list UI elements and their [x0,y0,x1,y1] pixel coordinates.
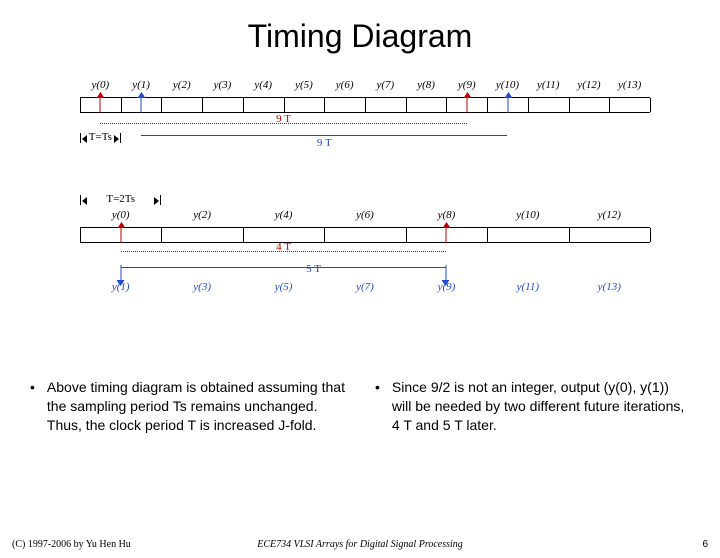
bullet-left-text: Above timing diagram is obtained assumin… [47,378,345,435]
tick [324,228,325,242]
y-label: y(4) [254,79,272,91]
tick [487,228,488,242]
y-label-even: y(8) [438,209,456,221]
dep-arrow-icon [446,227,447,243]
bracket-2ts-label: T=2Ts [105,193,136,205]
bracket-ts: T=Ts [80,133,121,143]
footer-course: ECE734 VLSI Arrays for Digital Signal Pr… [257,539,463,550]
tick [487,98,488,112]
tick [161,228,162,242]
bracket-ts-label: T=Ts [88,131,113,143]
y-label-even: y(0) [112,209,130,221]
bullet-right: • Since 9/2 is not an integer, output (y… [375,378,690,435]
y-label-even: y(10) [516,209,539,221]
y-label: y(13) [618,79,641,91]
y-label-even: y(6) [356,209,374,221]
y-label-odd: y(3) [193,281,211,293]
tick [406,228,407,242]
y-label: y(7) [376,79,394,91]
y-label: y(6) [336,79,354,91]
y-label: y(5) [295,79,313,91]
y-label: y(9) [458,79,476,91]
dep-arrow-icon [466,97,467,113]
tick [569,98,570,112]
dep-arrow-icon [120,227,121,243]
tick [446,98,447,112]
footer-page: 6 [702,539,708,550]
y-label-even: y(4) [275,209,293,221]
y-label: y(11) [537,79,559,91]
tick [243,98,244,112]
y-label: y(12) [577,79,600,91]
y-label-odd: y(13) [598,281,621,293]
dep-arrow-icon [141,97,142,113]
footer: (C) 1997-2006 by Yu Hen Hu ECE734 VLSI A… [12,539,708,550]
tick [650,98,651,112]
y-label-odd: y(5) [275,281,293,293]
tick [365,98,366,112]
span-5t-label: 5 T [306,263,321,275]
tick [569,228,570,242]
span-9t-blue-label: 9 T [317,137,332,149]
span-5t-blue [121,267,447,269]
bracket-2ts: T=2Ts [80,195,161,205]
dep-arrow-icon [100,97,101,113]
top-strip [80,97,650,113]
bullet-dot-icon: • [30,378,35,435]
bullet-left: • Above timing diagram is obtained assum… [30,378,345,435]
tick [528,98,529,112]
tick [161,98,162,112]
tick [284,98,285,112]
tick [324,98,325,112]
y-label-even: y(12) [598,209,621,221]
y-label: y(0) [91,79,109,91]
bottom-strip [80,227,650,243]
bullet-row: • Above timing diagram is obtained assum… [30,378,690,435]
y-label-odd: y(7) [356,281,374,293]
dep-arrow-icon [507,97,508,113]
y-label: y(3) [214,79,232,91]
span-4t-label: 4 T [276,241,291,253]
tick [80,228,81,242]
tick [80,98,81,112]
y-label-odd: y(11) [517,281,539,293]
span-9t-red-label: 9 T [276,113,291,125]
y-label: y(8) [417,79,435,91]
footer-copyright: (C) 1997-2006 by Yu Hen Hu [12,539,131,550]
y-label: y(10) [496,79,519,91]
tick [650,228,651,242]
tick [406,98,407,112]
tick [243,228,244,242]
tick [202,98,203,112]
bullet-dot-icon: • [375,378,380,435]
page-title: Timing Diagram [0,18,720,55]
tick [121,98,122,112]
timing-diagram: y(0) y(1) y(2) y(3) y(4) y(5) y(6) y(7) y(8) y(9)… [80,61,670,311]
bullet-right-text: Since 9/2 is not an integer, output (y(0… [392,378,690,435]
tick [609,98,610,112]
y-label: y(2) [173,79,191,91]
y-label: y(1) [132,79,150,91]
y-label-even: y(2) [193,209,211,221]
